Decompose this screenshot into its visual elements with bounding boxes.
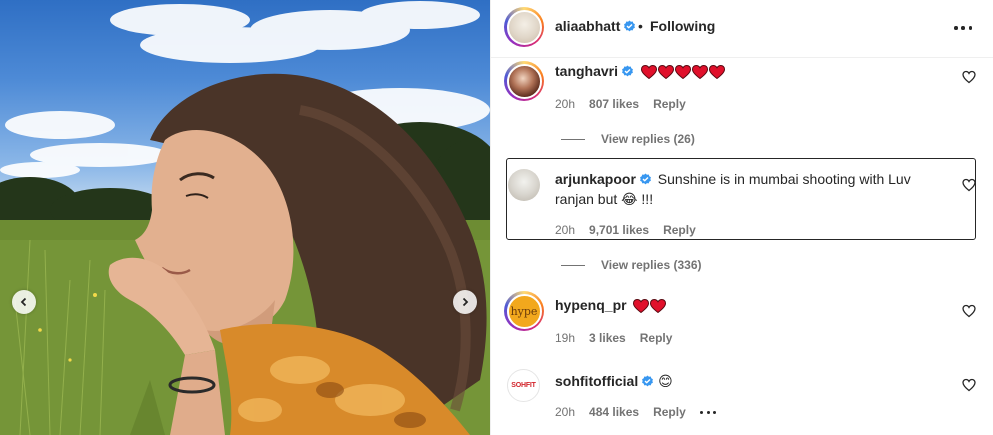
comment-username[interactable]: sohfitofficial xyxy=(555,373,638,389)
view-replies-button[interactable]: View replies (336) xyxy=(561,258,702,272)
post-image-illustration xyxy=(0,1,490,435)
heart-outline-icon[interactable] xyxy=(962,178,976,192)
comment-body: sohfitofficial 😊 xyxy=(555,371,955,391)
comment-age: 19h xyxy=(555,331,576,345)
comment-likes[interactable]: 3 likes xyxy=(589,331,626,345)
post-photo[interactable] xyxy=(0,0,490,435)
comment-meta: 20h 807 likes Reply xyxy=(555,97,700,111)
comment-likes[interactable]: 484 likes xyxy=(589,405,639,419)
red-heart-emoji-icon xyxy=(650,298,667,314)
post-header: aliaabhatt • Following xyxy=(491,0,993,58)
comment-age: 20h xyxy=(555,223,576,237)
more-options-icon[interactable] xyxy=(951,18,975,38)
red-heart-emoji-icon xyxy=(657,64,674,80)
comment-body: hypenq_pr xyxy=(555,295,955,318)
verified-badge-icon xyxy=(639,173,651,185)
commenter-avatar[interactable]: SOHFIT xyxy=(507,369,540,402)
laughing-emoji-icon: 😂 xyxy=(621,191,638,207)
comment-text-line2: ranjan but xyxy=(555,191,618,207)
comment-body: arjunkapoor Sunshine is in mumbai shooti… xyxy=(555,169,955,209)
author-username[interactable]: aliaabhatt xyxy=(555,18,636,34)
following-button[interactable]: Following xyxy=(650,18,715,34)
comment-text-tail: !!! xyxy=(641,191,654,207)
commenter-avatar[interactable] xyxy=(508,169,540,201)
comment-meta: 20h 9,701 likes Reply xyxy=(555,223,710,237)
comment-username[interactable]: arjunkapoor xyxy=(555,171,636,187)
commenter-avatar[interactable] xyxy=(504,61,544,101)
comments-panel: aliaabhatt • Following tanghavri 20h 807 … xyxy=(490,0,993,435)
comment-body: tanghavri xyxy=(555,61,955,84)
red-heart-emoji-icon xyxy=(674,64,691,80)
verified-badge-icon xyxy=(622,65,633,77)
reply-button[interactable]: Reply xyxy=(653,97,686,111)
comment-username[interactable]: hypenq_pr xyxy=(555,297,627,313)
comment-text: Sunshine is in mumbai shooting with Luv xyxy=(657,171,911,187)
red-heart-emoji-icon xyxy=(633,298,650,314)
red-heart-emoji-icon xyxy=(691,64,708,80)
verified-badge-icon xyxy=(642,375,654,387)
reply-button[interactable]: Reply xyxy=(640,331,673,345)
heart-outline-icon[interactable] xyxy=(962,70,976,84)
comment-age: 20h xyxy=(555,97,576,111)
verified-badge-icon xyxy=(624,20,636,32)
heart-outline-icon[interactable] xyxy=(962,378,976,392)
comment-meta: 19h 3 likes Reply xyxy=(555,331,686,345)
comment-likes[interactable]: 807 likes xyxy=(589,97,639,111)
chevron-right-icon xyxy=(462,297,469,307)
heart-outline-icon[interactable] xyxy=(962,304,976,318)
header-separator: • xyxy=(638,18,643,34)
author-avatar[interactable] xyxy=(504,7,544,47)
comment-username[interactable]: tanghavri xyxy=(555,63,618,79)
comment-age: 20h xyxy=(555,405,576,419)
comment-more-options-icon[interactable] xyxy=(700,409,716,415)
heart-emojis xyxy=(633,298,667,318)
reply-button[interactable]: Reply xyxy=(653,405,686,419)
reply-button[interactable]: Reply xyxy=(663,223,696,237)
commenter-avatar[interactable]: hype xyxy=(504,291,544,331)
comment-likes[interactable]: 9,701 likes xyxy=(589,223,649,237)
smiling-emoji-icon: 😊 xyxy=(658,373,673,389)
previous-photo-button[interactable] xyxy=(12,290,36,314)
next-photo-button[interactable] xyxy=(453,290,477,314)
comment-meta: 20h 484 likes Reply xyxy=(555,405,700,419)
view-replies-button[interactable]: View replies (26) xyxy=(561,132,695,146)
chevron-left-icon xyxy=(20,297,27,307)
heart-emojis xyxy=(640,64,726,84)
red-heart-emoji-icon xyxy=(640,64,657,80)
red-heart-emoji-icon xyxy=(708,64,725,80)
